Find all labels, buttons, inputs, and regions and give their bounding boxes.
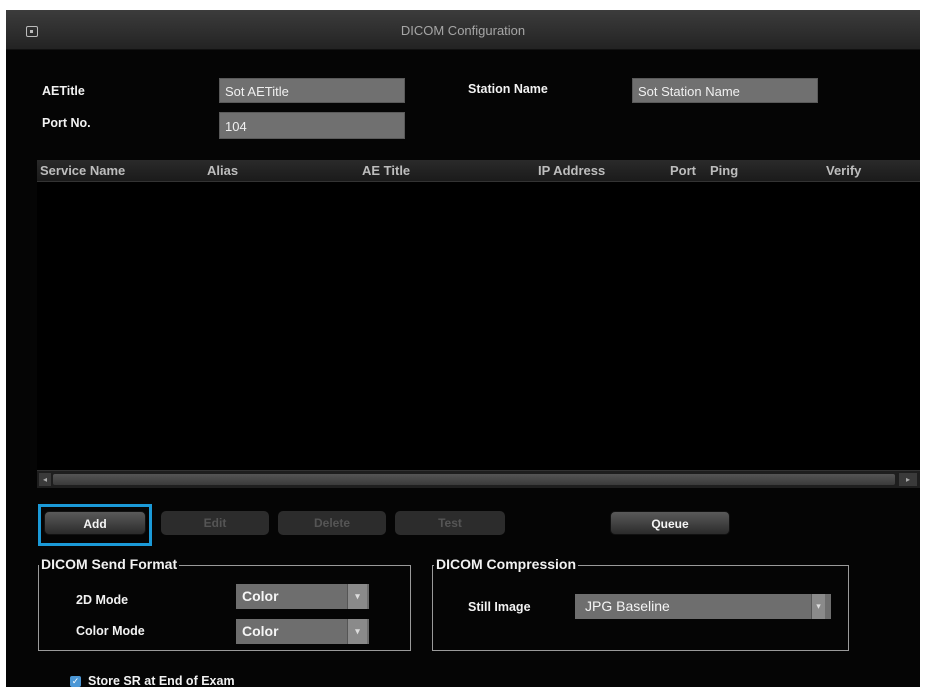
queue-button[interactable]: Queue (610, 511, 730, 535)
chevron-down-icon[interactable]: ▾ (811, 594, 825, 619)
scroll-left-icon[interactable]: ◂ (39, 473, 51, 486)
port-label: Port No. (42, 116, 91, 130)
still-image-label: Still Image (468, 600, 531, 614)
column-ae-title[interactable]: AE Title (362, 163, 410, 178)
color-mode-value: Color (242, 623, 279, 639)
column-verify[interactable]: Verify (826, 163, 861, 178)
store-sr-label: Store SR at End of Exam (88, 674, 235, 688)
delete-button[interactable]: Delete (278, 511, 386, 535)
add-button[interactable]: Add (44, 511, 146, 535)
store-sr-checkbox[interactable]: ✓ (70, 676, 81, 687)
color-mode-select[interactable]: Color ▾ (236, 619, 369, 644)
table-header: Service Name Alias AE Title IP Address P… (37, 160, 920, 182)
still-image-value: JPG Baseline (585, 598, 670, 614)
column-ip-address[interactable]: IP Address (538, 163, 605, 178)
aetitle-label: AETitle (42, 84, 85, 98)
dicom-configuration-window: DICOM Configuration AETitle Sot AETitle … (6, 10, 920, 688)
column-service-name[interactable]: Service Name (40, 163, 125, 178)
column-ping[interactable]: Ping (710, 163, 738, 178)
port-input[interactable]: 104 (219, 112, 405, 139)
column-alias[interactable]: Alias (207, 163, 238, 178)
chevron-down-icon[interactable]: ▾ (347, 584, 367, 609)
2d-mode-label: 2D Mode (76, 593, 129, 607)
chevron-down-icon[interactable]: ▾ (347, 619, 367, 644)
services-table[interactable]: Service Name Alias AE Title IP Address P… (37, 160, 920, 488)
station-name-input[interactable]: Sot Station Name (632, 78, 818, 103)
2d-mode-value: Color (242, 588, 279, 604)
send-format-title: DICOM Send Format (39, 556, 180, 572)
aetitle-input[interactable]: Sot AETitle (219, 78, 405, 103)
compression-title: DICOM Compression (434, 556, 579, 572)
test-button[interactable]: Test (395, 511, 505, 535)
2d-mode-select[interactable]: Color ▾ (236, 584, 369, 609)
horizontal-scrollbar[interactable]: ◂ ▸ (37, 470, 920, 488)
color-mode-label: Color Mode (76, 624, 145, 638)
still-image-select[interactable]: JPG Baseline ▾ (575, 594, 831, 619)
column-port[interactable]: Port (670, 163, 696, 178)
edit-button[interactable]: Edit (161, 511, 269, 535)
window-title: DICOM Configuration (400, 23, 526, 38)
title-bar: DICOM Configuration (6, 10, 920, 50)
scroll-right-icon[interactable]: ▸ (899, 473, 917, 486)
station-name-label: Station Name (468, 82, 548, 96)
scrollbar-thumb[interactable] (53, 474, 895, 485)
